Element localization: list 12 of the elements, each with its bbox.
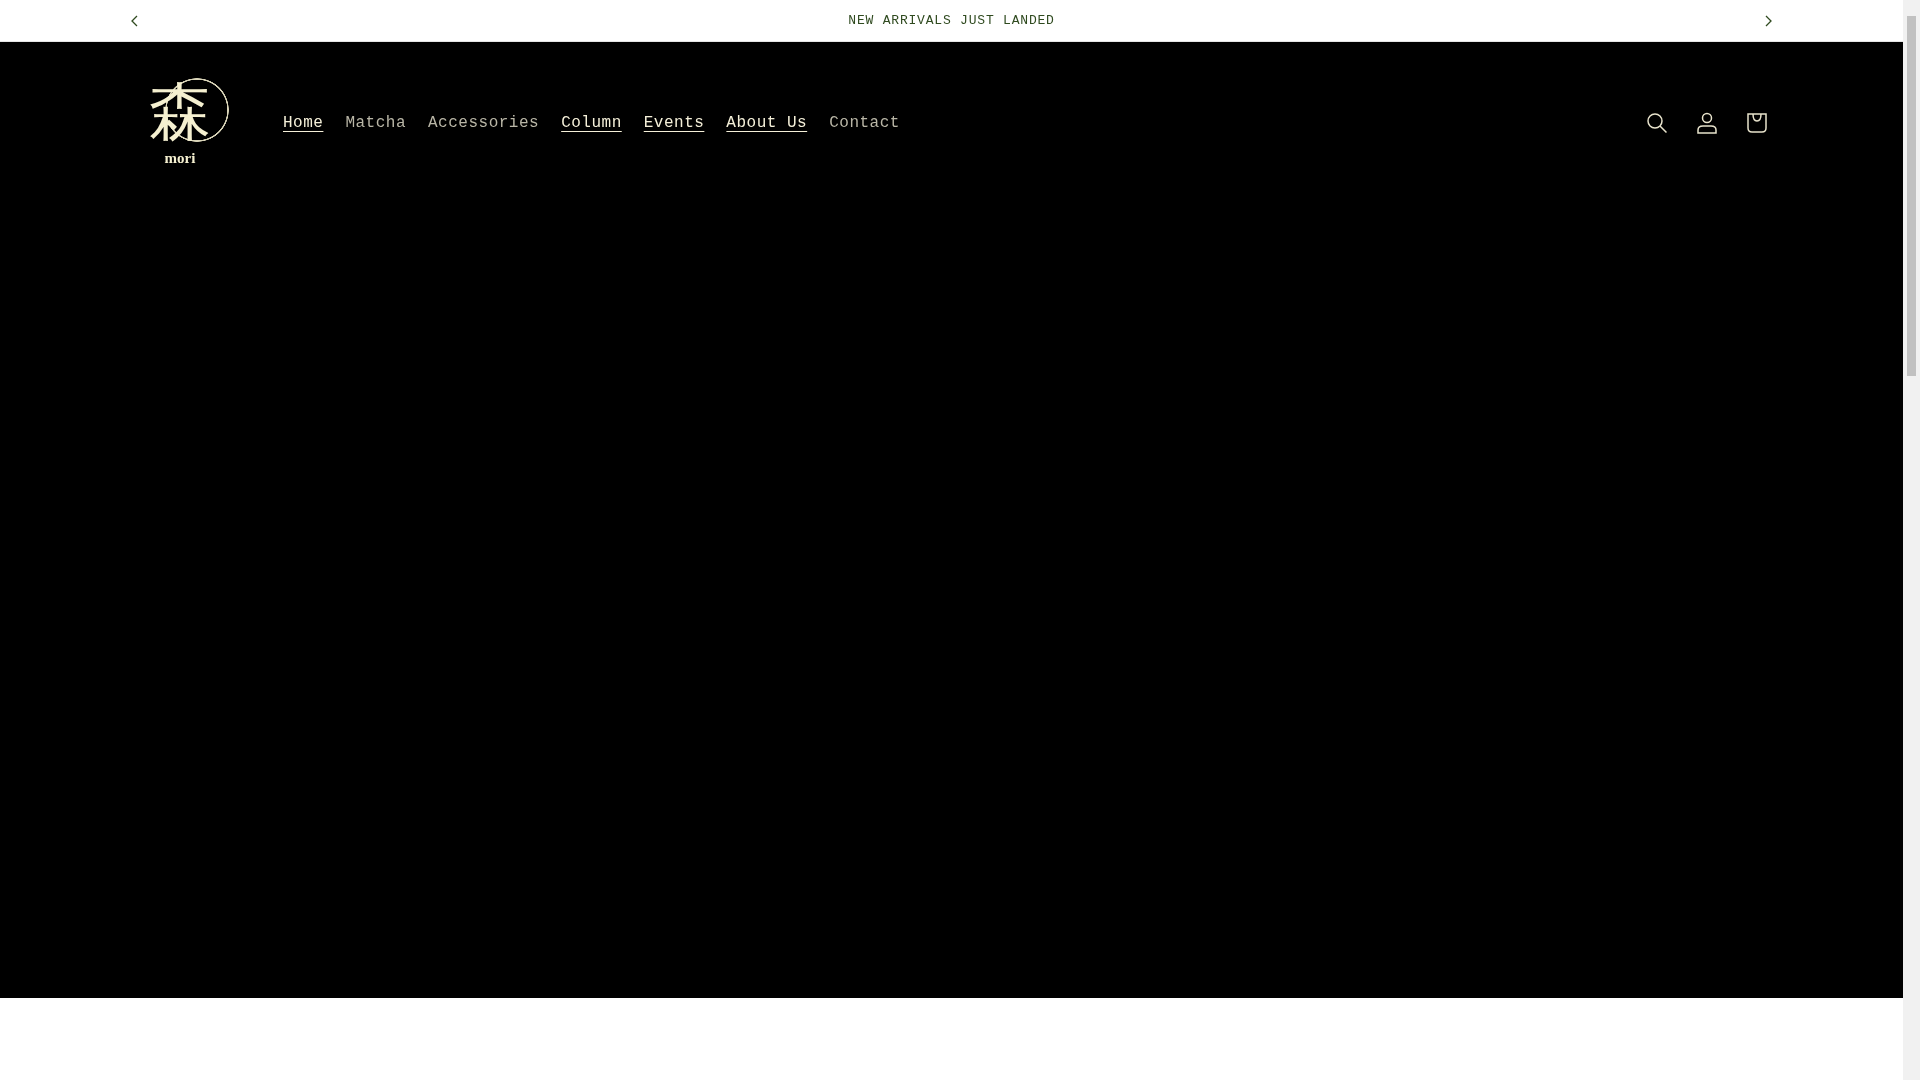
logo-wordmark: mori — [164, 150, 196, 166]
nav-link[interactable]: About Us — [726, 109, 808, 137]
nav-link[interactable]: Matcha — [345, 109, 406, 137]
nav-link[interactable]: Column — [561, 109, 622, 137]
nav-link[interactable]: Events — [643, 109, 705, 137]
nav-link[interactable]: Contact — [829, 109, 900, 137]
search-icon — [1646, 112, 1668, 134]
nav-link[interactable]: Accessories — [428, 109, 540, 137]
bag-icon — [1746, 112, 1768, 134]
nav-link[interactable]: Home — [283, 109, 324, 137]
announcement-text: NEW ARRIVALS JUST LANDED — [848, 11, 1055, 30]
user-icon — [1696, 112, 1718, 134]
